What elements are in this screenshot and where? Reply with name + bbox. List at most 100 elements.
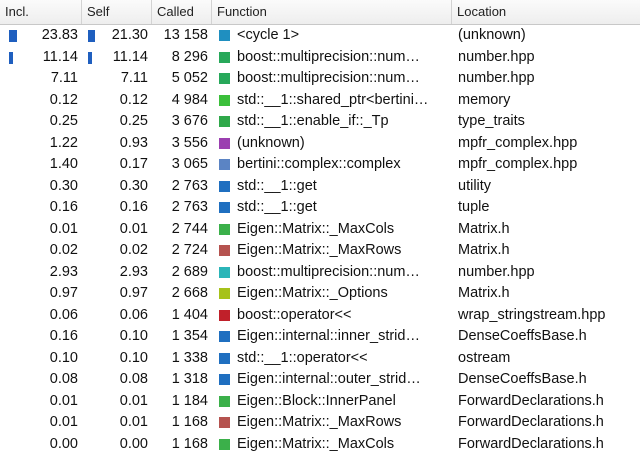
called-cell-text: 2 724 bbox=[171, 242, 208, 258]
called-cell-text: 8 296 bbox=[171, 48, 208, 65]
table-row[interactable]: 0.01 0.01 1 168 Eigen::Matrix::_MaxRows Forw… bbox=[0, 412, 640, 434]
group-color-icon bbox=[219, 159, 230, 171]
column-header-location[interactable]: Location bbox=[452, 0, 640, 24]
called-cell: 3 065 bbox=[152, 154, 212, 176]
called-cell-text: 1 318 bbox=[171, 371, 208, 387]
called-cell-text: 3 676 bbox=[171, 113, 208, 129]
incl-cell: 0.00 bbox=[0, 434, 82, 456]
location-cell-text: memory bbox=[458, 91, 511, 108]
self-cell: 0.16 bbox=[82, 197, 152, 219]
table-row[interactable]: 0.97 0.97 2 668 Eigen::Matrix::_Options Matr… bbox=[0, 283, 640, 305]
function-name: boost::operator<< bbox=[237, 306, 352, 323]
called-cell: 3 676 bbox=[152, 111, 212, 133]
self-cell-text: 0.12 bbox=[119, 91, 148, 108]
function-name: <cycle 1> bbox=[237, 27, 300, 43]
location-cell-text: DenseCoeffsBase.h bbox=[458, 328, 587, 344]
location-cell: Matrix.h bbox=[452, 219, 640, 241]
function-name: Eigen::Matrix::_MaxRows bbox=[237, 414, 402, 430]
table-row[interactable]: 11.14 11.14 8 296 boost::multiprecision::nu… bbox=[0, 47, 640, 69]
function-name: boost::multiprecision::num… bbox=[237, 48, 420, 65]
self-cell: 0.97 bbox=[82, 283, 152, 305]
location-cell: type_traits bbox=[452, 111, 640, 133]
location-cell-text: number.hpp bbox=[458, 70, 535, 86]
location-cell: number.hpp bbox=[452, 262, 640, 284]
function-name: Eigen::Matrix::_MaxCols bbox=[237, 220, 395, 237]
table-header: Incl. Self Called Function Location bbox=[0, 0, 640, 25]
self-cell: 0.02 bbox=[82, 240, 152, 262]
self-cell-text: 0.25 bbox=[119, 113, 148, 129]
table-row[interactable]: 0.08 0.08 1 318 Eigen::internal::outer_stri… bbox=[0, 369, 640, 391]
table-row[interactable]: 0.02 0.02 2 724 Eigen::Matrix::_MaxRows Matr… bbox=[0, 240, 640, 262]
self-cell: 0.10 bbox=[82, 348, 152, 370]
column-header-incl[interactable]: Incl. bbox=[0, 0, 82, 24]
called-cell-text: 4 984 bbox=[171, 91, 208, 108]
self-cell-text: 0.01 bbox=[119, 392, 148, 409]
group-color-icon bbox=[219, 417, 230, 429]
called-cell: 1 184 bbox=[152, 391, 212, 413]
incl-cell: 1.40 bbox=[0, 154, 82, 176]
column-header-called[interactable]: Called bbox=[152, 0, 212, 24]
table-row[interactable]: 0.01 0.01 1 184 Eigen::Block::InnerPanel For… bbox=[0, 391, 640, 413]
incl-cell-text: 0.08 bbox=[49, 371, 78, 387]
column-header-function[interactable]: Function bbox=[212, 0, 452, 24]
self-cell: 0.93 bbox=[82, 133, 152, 155]
group-color-icon bbox=[219, 30, 230, 42]
self-cell-text: 0.10 bbox=[119, 349, 148, 366]
group-color-icon bbox=[219, 94, 230, 106]
self-cell-text: 0.97 bbox=[119, 285, 148, 301]
table-row[interactable]: 2.93 2.93 2 689 boost::multiprecision::num…… bbox=[0, 262, 640, 284]
called-cell: 2 689 bbox=[152, 262, 212, 284]
called-cell-text: 2 668 bbox=[171, 285, 208, 301]
location-cell-text: tuple bbox=[458, 199, 490, 215]
called-cell: 2 763 bbox=[152, 176, 212, 198]
table-row[interactable]: 0.16 0.10 1 354 Eigen::internal::inner_stri… bbox=[0, 326, 640, 348]
group-color-icon bbox=[219, 438, 230, 450]
location-cell: ostream bbox=[452, 348, 640, 370]
function-cell: std::__1::get bbox=[212, 176, 452, 198]
function-name: Eigen::Matrix::_MaxCols bbox=[237, 435, 395, 452]
table-row[interactable]: 0.01 0.01 2 744 Eigen::Matrix::_MaxCols Matr… bbox=[0, 219, 640, 241]
table-row[interactable]: 1.22 0.93 3 556 (unknown) mpfr_complex.hpp bbox=[0, 133, 640, 155]
table-row[interactable]: 0.10 0.10 1 338 std::__1::operator<< ostream bbox=[0, 348, 640, 370]
location-cell: wrap_stringstream.hpp bbox=[452, 305, 640, 327]
called-cell: 1 354 bbox=[152, 326, 212, 348]
table-row[interactable]: 7.11 7.11 5 052 boost::multiprecision::num…… bbox=[0, 68, 640, 90]
location-cell: mpfr_complex.hpp bbox=[452, 154, 640, 176]
self-cell: 0.10 bbox=[82, 326, 152, 348]
location-cell-text: Matrix.h bbox=[458, 220, 510, 237]
table-row[interactable]: 1.40 0.17 3 065 bertini::complex::complex mp… bbox=[0, 154, 640, 176]
function-cell: std::__1::enable_if::_Tp bbox=[212, 111, 452, 133]
group-color-icon bbox=[219, 395, 230, 407]
table-row[interactable]: 0.16 0.16 2 763 std::__1::get tuple bbox=[0, 197, 640, 219]
function-name: std::__1::get bbox=[237, 199, 317, 215]
table-row[interactable]: 0.00 0.00 1 168 Eigen::Matrix::_MaxCols Forw… bbox=[0, 434, 640, 456]
self-cell: 0.01 bbox=[82, 219, 152, 241]
table-body: 23.83 21.30 13 158 <cycle 1> (unknown) 11.14 1… bbox=[0, 25, 640, 455]
location-cell: utility bbox=[452, 176, 640, 198]
group-color-icon bbox=[219, 137, 230, 149]
location-cell: DenseCoeffsBase.h bbox=[452, 326, 640, 348]
self-cell: 2.93 bbox=[82, 262, 152, 284]
table-row[interactable]: 0.30 0.30 2 763 std::__1::get utility bbox=[0, 176, 640, 198]
column-header-self[interactable]: Self bbox=[82, 0, 152, 24]
self-cost-bar bbox=[88, 51, 92, 64]
table-row[interactable]: 0.25 0.25 3 676 std::__1::enable_if::_Tp typ… bbox=[0, 111, 640, 133]
self-cell-text: 0.08 bbox=[119, 371, 148, 387]
incl-cell-text: 0.01 bbox=[49, 392, 78, 409]
called-cell: 2 763 bbox=[152, 197, 212, 219]
location-cell-text: (unknown) bbox=[458, 27, 526, 43]
incl-cell-text: 11.14 bbox=[42, 48, 78, 65]
location-cell: mpfr_complex.hpp bbox=[452, 133, 640, 155]
location-cell-text: ForwardDeclarations.h bbox=[458, 392, 604, 409]
function-cell: boost::multiprecision::num… bbox=[212, 47, 452, 69]
table-row[interactable]: 23.83 21.30 13 158 <cycle 1> (unknown) bbox=[0, 25, 640, 47]
incl-cell: 2.93 bbox=[0, 262, 82, 284]
self-cell: 0.08 bbox=[82, 369, 152, 391]
self-cell-text: 2.93 bbox=[119, 263, 148, 280]
table-row[interactable]: 0.12 0.12 4 984 std::__1::shared_ptr<bertin… bbox=[0, 90, 640, 112]
table-row[interactable]: 0.06 0.06 1 404 boost::operator<< wrap_strin… bbox=[0, 305, 640, 327]
self-cell: 21.30 bbox=[82, 25, 152, 47]
called-cell: 1 404 bbox=[152, 305, 212, 327]
location-cell: number.hpp bbox=[452, 47, 640, 69]
self-cell: 11.14 bbox=[82, 47, 152, 69]
